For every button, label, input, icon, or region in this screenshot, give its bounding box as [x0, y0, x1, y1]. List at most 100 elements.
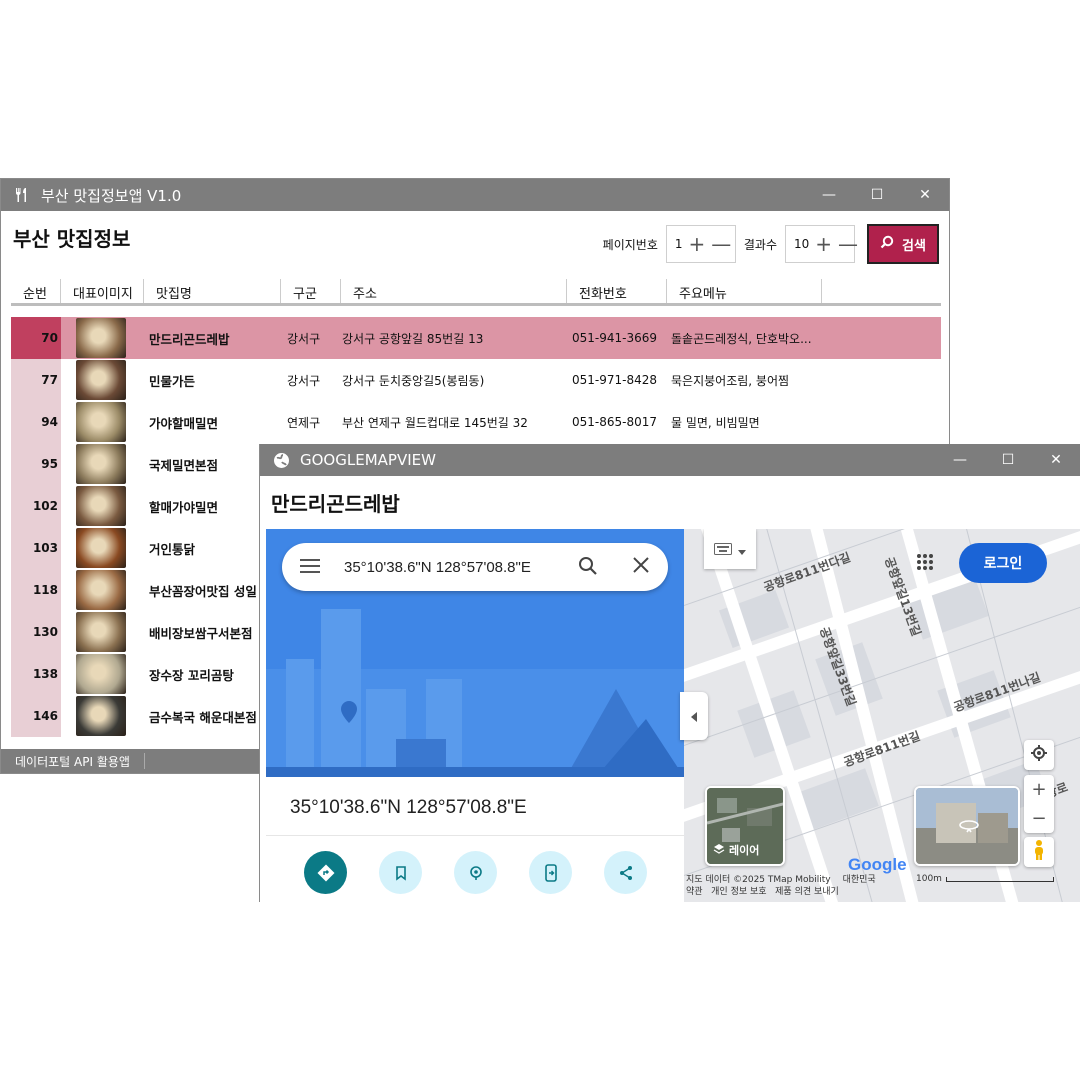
map-window: GOOGLEMAPVIEW — ☐ ✕ 만드리곤드레밥 35°10'38.6"N… [259, 444, 1080, 902]
coordinate-title: 35°10'38.6"N 128°57'08.8"E [290, 797, 527, 818]
terms-link[interactable]: 약관 [686, 887, 703, 897]
column-header[interactable]: 순번 [11, 279, 61, 305]
maximize-button[interactable]: ☐ [984, 444, 1032, 476]
column-header[interactable]: 주소 [341, 279, 567, 305]
map-search-box[interactable]: 35°10'38.6"N 128°57'08.8"E [282, 543, 668, 591]
map-titlebar: GOOGLEMAPVIEW — ☐ ✕ [260, 444, 1080, 476]
results-count-label: 결과수 [743, 237, 777, 252]
restaurant-thumbnail [76, 696, 126, 736]
page-title: 부산 맛집정보 [13, 227, 131, 251]
restaurant-name: 국제밀면본점 [149, 457, 219, 473]
column-header[interactable]: 맛집명 [144, 279, 281, 305]
crosshair-icon [1030, 744, 1048, 766]
layers-label: 레이어 [729, 844, 760, 857]
phone-number: 051-865-8017 [572, 415, 658, 429]
page-number-stepper[interactable]: 1 + — [665, 225, 736, 263]
search-icon [880, 235, 894, 253]
privacy-link[interactable]: 개인 정보 보호 [711, 887, 766, 897]
layers-button[interactable]: 레이어 [705, 786, 785, 866]
minimize-button[interactable]: — [805, 179, 853, 211]
restaurant-thumbnail [76, 402, 126, 442]
minimize-button[interactable]: — [936, 444, 984, 476]
restaurant-thumbnail [76, 318, 126, 358]
login-button[interactable]: 로그인 [959, 543, 1047, 583]
directions-button[interactable] [304, 851, 347, 894]
row-number: 94 [11, 401, 61, 443]
row-number: 103 [11, 527, 61, 569]
feedback-link[interactable]: 제품 의견 보내기 [775, 887, 839, 897]
rotate-360-icon [958, 818, 980, 837]
restaurant-name: 만드리곤드레밥 [149, 331, 230, 347]
plus-icon[interactable]: + [689, 234, 706, 254]
collapse-panel-button[interactable] [680, 692, 708, 740]
restaurant-thumbnail [76, 360, 126, 400]
map-scale: 100m [916, 874, 1054, 884]
share-button[interactable] [604, 851, 647, 894]
close-button[interactable]: ✕ [1032, 444, 1080, 476]
district: 강서구 [287, 373, 321, 388]
divider [266, 835, 684, 836]
window-title: 부산 맛집정보앱 V1.0 [41, 186, 182, 205]
results-count-value: 10 [794, 237, 810, 251]
main-menu: 물 밀면, 비빔밀면 [671, 415, 760, 430]
phone-number: 051-971-8428 [572, 373, 658, 387]
table-row[interactable]: 70 만드리곤드레밥 강서구 강서구 공항앞길 85번길 13 051-941-3669… [11, 317, 941, 359]
map-canvas[interactable]: 공항로811번다길 공항앞길33번길 공항로811번나길 공항로811번길 공항… [684, 529, 1080, 902]
maximize-button[interactable]: ☐ [853, 179, 901, 211]
attribution-text: 지도 데이터 ©2025 TMap Mobility [686, 875, 831, 885]
close-icon[interactable] [632, 556, 650, 578]
chevron-down-icon [738, 540, 746, 559]
column-header[interactable]: 대표이미지 [61, 279, 144, 305]
pegman-icon [1033, 839, 1045, 865]
apps-grid-icon[interactable] [916, 553, 934, 575]
table-row[interactable]: 94 가야할매밀면 연제구 부산 연제구 월드컵대로 145번길 32 051-865-… [11, 401, 941, 443]
map-attribution: 지도 데이터 ©2025 TMap Mobility 대한민국 약관 개인 정보 … [686, 874, 876, 898]
table-row[interactable]: 77 민물가든 강서구 강서구 둔치중앙길5(봉림동) 051-971-8428 묵은지붕… [11, 359, 941, 401]
close-button[interactable]: ✕ [901, 179, 949, 211]
address: 부산 연제구 월드컵대로 145번길 32 [342, 415, 528, 430]
search-icon[interactable] [578, 556, 598, 580]
window-title: GOOGLEMAPVIEW [300, 451, 436, 469]
row-number: 130 [11, 611, 61, 653]
row-number: 102 [11, 485, 61, 527]
nearby-button[interactable] [454, 851, 497, 894]
district: 연제구 [287, 415, 321, 430]
restaurant-thumbnail [76, 486, 126, 526]
page-number-label: 페이지번호 [602, 237, 658, 252]
main-titlebar: 부산 맛집정보앱 V1.0 — ☐ ✕ [1, 179, 949, 211]
restaurant-thumbnail [76, 528, 126, 568]
search-toolbar: 페이지번호 1 + — 결과수 10 + — 검색 [603, 224, 939, 264]
zoom-out-button[interactable]: − [1031, 804, 1046, 833]
row-number: 138 [11, 653, 61, 695]
save-bookmark-button[interactable] [379, 851, 422, 894]
row-number: 70 [11, 317, 61, 359]
search-button[interactable]: 검색 [867, 224, 939, 264]
restaurant-name: 배비장보쌈구서본점 [149, 625, 253, 641]
zoom-control: + − [1024, 775, 1054, 833]
pegman-button[interactable] [1024, 837, 1054, 867]
column-header[interactable]: 전화번호 [567, 279, 667, 305]
row-number: 118 [11, 569, 61, 611]
fork-knife-icon [11, 187, 33, 203]
search-input[interactable]: 35°10'38.6"N 128°57'08.8"E [344, 559, 531, 576]
restaurant-thumbnail [76, 570, 126, 610]
column-header[interactable]: 주요메뉴 [667, 279, 822, 305]
plus-icon[interactable]: + [815, 234, 832, 254]
phone-number: 051-941-3669 [572, 331, 658, 345]
hamburger-menu-icon[interactable] [300, 558, 322, 577]
my-location-button[interactable] [1024, 740, 1054, 770]
restaurant-thumbnail [76, 654, 126, 694]
keyboard-button[interactable] [704, 529, 756, 569]
column-header[interactable]: 구군 [281, 279, 341, 305]
row-number: 95 [11, 443, 61, 485]
chevron-left-icon [690, 707, 698, 726]
minus-icon[interactable]: — [838, 234, 858, 254]
place-actions [304, 851, 647, 894]
street-view-preview[interactable] [914, 786, 1020, 866]
results-count-stepper[interactable]: 10 + — [785, 225, 858, 263]
send-to-phone-button[interactable] [529, 851, 572, 894]
search-button-label: 검색 [902, 238, 926, 254]
address: 강서구 공항앞길 85번길 13 [342, 331, 484, 346]
minus-icon[interactable]: — [711, 234, 731, 254]
zoom-in-button[interactable]: + [1031, 775, 1046, 804]
